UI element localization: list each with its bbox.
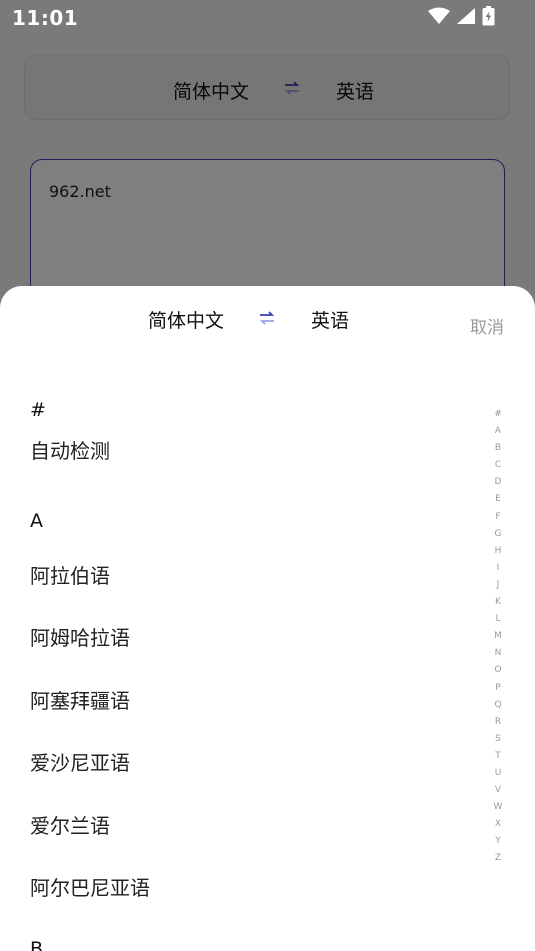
language-item[interactable]: 阿拉伯语	[30, 560, 110, 589]
section-header-b: B	[30, 938, 44, 951]
language-picker-sheet: 简体中文 英语 取消 # 自动检测 A 阿拉伯语 阿姆哈拉语 阿塞拜疆语 爱沙尼…	[0, 286, 535, 951]
status-icons	[428, 6, 495, 30]
index-letter[interactable]: H	[488, 543, 508, 560]
sheet-swap-icon[interactable]	[259, 310, 275, 329]
wifi-icon	[428, 7, 450, 29]
index-letter[interactable]: M	[488, 628, 508, 645]
language-item[interactable]: 爱沙尼亚语	[30, 747, 130, 776]
language-item[interactable]: 自动检测	[30, 435, 110, 464]
index-letter[interactable]: O	[488, 662, 508, 679]
sheet-source-language[interactable]: 简体中文	[148, 306, 224, 333]
index-letter[interactable]: D	[488, 474, 508, 491]
index-letter[interactable]: C	[488, 457, 508, 474]
language-item[interactable]: 爱尔兰语	[30, 810, 110, 839]
index-letter[interactable]: K	[488, 594, 508, 611]
index-letter[interactable]: V	[488, 782, 508, 799]
index-letter[interactable]: W	[488, 799, 508, 816]
sheet-target-language[interactable]: 英语	[311, 306, 349, 333]
index-letter[interactable]: E	[488, 491, 508, 508]
index-letter[interactable]: Y	[488, 833, 508, 850]
battery-icon	[482, 6, 495, 30]
status-time: 11:01	[12, 6, 79, 30]
language-item[interactable]: 阿塞拜疆语	[30, 685, 130, 714]
index-letter[interactable]: N	[488, 645, 508, 662]
index-letter[interactable]: U	[488, 765, 508, 782]
section-header-a: A	[30, 510, 43, 532]
cancel-button[interactable]: 取消	[470, 313, 504, 338]
index-letter[interactable]: Z	[488, 850, 508, 867]
status-bar: 11:01	[0, 0, 535, 36]
language-item[interactable]: 阿姆哈拉语	[30, 622, 130, 651]
index-letter[interactable]: X	[488, 816, 508, 833]
signal-icon	[456, 7, 476, 29]
index-letter[interactable]: I	[488, 560, 508, 577]
index-letter[interactable]: B	[488, 440, 508, 457]
alphabet-index-bar[interactable]: # A B C D E F G H I J K L M N O P Q R S T U V W X Y Z	[488, 406, 508, 868]
language-item[interactable]: 阿尔巴尼亚语	[30, 872, 150, 901]
index-letter[interactable]: A	[488, 423, 508, 440]
index-letter[interactable]: J	[488, 577, 508, 594]
index-letter[interactable]: F	[488, 509, 508, 526]
section-header-hash: #	[30, 399, 46, 421]
index-letter[interactable]: L	[488, 611, 508, 628]
index-letter[interactable]: G	[488, 526, 508, 543]
index-letter[interactable]: #	[488, 406, 508, 423]
index-letter[interactable]: S	[488, 731, 508, 748]
index-letter[interactable]: P	[488, 680, 508, 697]
index-letter[interactable]: R	[488, 714, 508, 731]
index-letter[interactable]: T	[488, 748, 508, 765]
index-letter[interactable]: Q	[488, 697, 508, 714]
